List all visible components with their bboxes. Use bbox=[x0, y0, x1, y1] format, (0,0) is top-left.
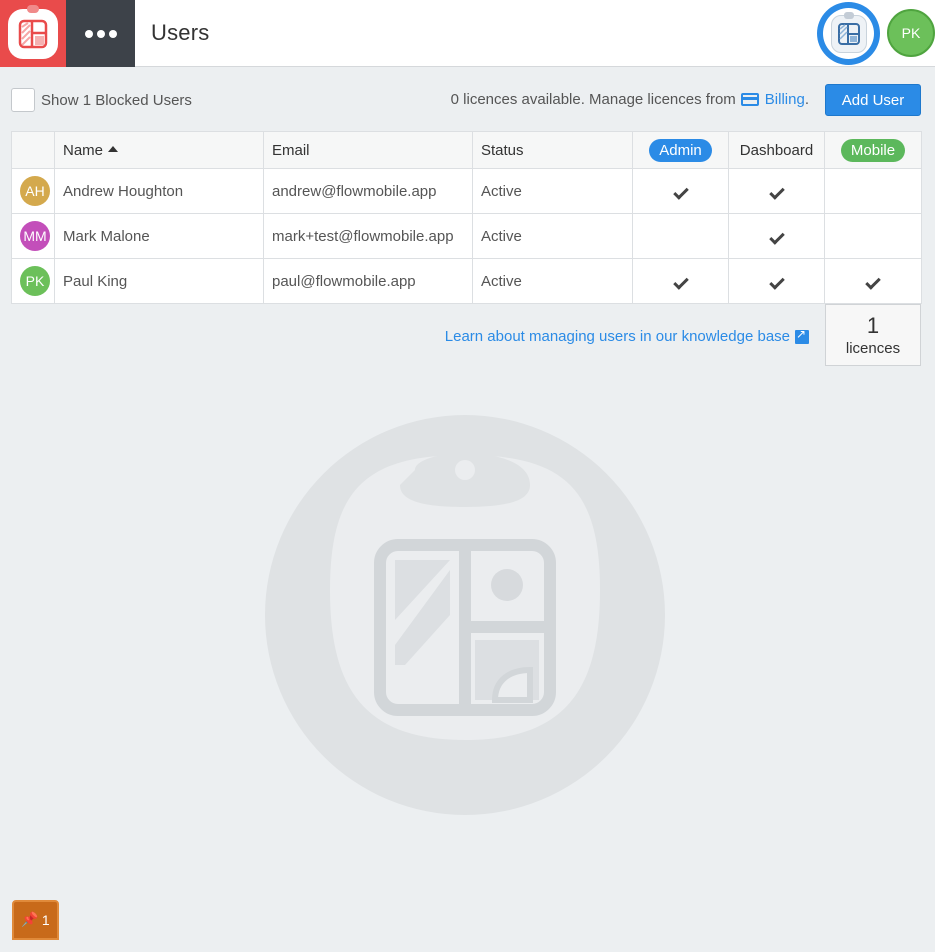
table-row[interactable]: AH Andrew Houghton andrew@flowmobile.app Ac… bbox=[11, 168, 922, 214]
dashboard-cell[interactable] bbox=[728, 168, 825, 214]
user-avatar: MM bbox=[20, 221, 50, 251]
avatar-cell: MM bbox=[11, 213, 55, 259]
admin-cell[interactable] bbox=[632, 258, 729, 304]
avatar-cell: AH bbox=[11, 168, 55, 214]
flow-watermark-icon bbox=[265, 415, 665, 815]
app-logo-icon bbox=[8, 4, 58, 59]
email-cell: andrew@flowmobile.app bbox=[263, 168, 473, 214]
add-user-button[interactable]: Add User bbox=[825, 84, 921, 116]
mobile-cell[interactable] bbox=[824, 258, 922, 304]
external-link-icon bbox=[795, 327, 809, 344]
name-column-header[interactable]: Name bbox=[54, 131, 264, 169]
users-toolbar: Show 1 Blocked Users 0 licences availabl… bbox=[0, 84, 935, 116]
dashboard-cell[interactable] bbox=[728, 213, 825, 259]
dashboard-column-header: Dashboard bbox=[728, 131, 825, 169]
check-icon bbox=[768, 228, 785, 245]
status-cell: Active bbox=[472, 213, 633, 259]
name-cell: Andrew Houghton bbox=[54, 168, 264, 214]
check-icon bbox=[768, 273, 785, 290]
licence-label: licences bbox=[845, 340, 901, 357]
email-column-header[interactable]: Email bbox=[263, 131, 473, 169]
show-blocked-toggle[interactable]: Show 1 Blocked Users bbox=[11, 88, 192, 112]
show-blocked-label: Show 1 Blocked Users bbox=[41, 91, 192, 109]
billing-link[interactable]: Billing bbox=[740, 91, 805, 108]
table-row[interactable]: MM Mark Malone mark+test@flowmobile.app Act… bbox=[11, 213, 922, 259]
name-cell: Mark Malone bbox=[54, 213, 264, 259]
avatar-column-header bbox=[11, 131, 55, 169]
avatar-cell: PK bbox=[11, 258, 55, 304]
name-cell: Paul King bbox=[54, 258, 264, 304]
table-row[interactable]: PK Paul King paul@flowmobile.app Active bbox=[11, 258, 922, 304]
user-avatar[interactable]: PK bbox=[887, 9, 935, 57]
mobile-cell[interactable] bbox=[824, 213, 922, 259]
knowledge-base-link[interactable]: Learn about managing users in our knowle… bbox=[444, 327, 809, 345]
billing-suffix: . bbox=[804, 91, 809, 108]
check-icon bbox=[865, 273, 881, 290]
pinned-count: 1 bbox=[41, 912, 50, 928]
table-footer: Learn about managing users in our knowle… bbox=[11, 304, 921, 366]
status-cell: Active bbox=[472, 168, 633, 214]
email-cell: mark+test@flowmobile.app bbox=[263, 213, 473, 259]
licence-info: 0 licences available. Manage licences fr… bbox=[451, 91, 809, 108]
status-column-header[interactable]: Status bbox=[472, 131, 633, 169]
mobile-cell[interactable] bbox=[824, 168, 922, 214]
licence-count-box: 1 licences bbox=[825, 304, 921, 366]
user-avatar: PK bbox=[20, 266, 50, 296]
mobile-badge: Mobile bbox=[840, 138, 906, 162]
page-title: Users bbox=[151, 20, 210, 45]
table-header-row: Name Email Status Admin Dashboard Mobile bbox=[11, 131, 922, 169]
status-cell: Active bbox=[472, 258, 633, 304]
user-avatar: AH bbox=[20, 176, 50, 206]
more-menu-button[interactable] bbox=[66, 0, 135, 67]
email-cell: paul@flowmobile.app bbox=[263, 258, 473, 304]
dashboard-cell[interactable] bbox=[728, 258, 825, 304]
knowledge-base-link-label: Learn about managing users in our knowle… bbox=[444, 328, 790, 345]
credit-card-icon bbox=[740, 93, 759, 106]
app-header: Users PK bbox=[0, 0, 935, 67]
users-table: Name Email Status Admin Dashboard Mobile… bbox=[11, 131, 922, 304]
admin-cell[interactable] bbox=[632, 168, 729, 214]
show-blocked-checkbox[interactable] bbox=[11, 88, 35, 112]
licence-count: 1 bbox=[866, 313, 880, 338]
admin-cell[interactable] bbox=[632, 213, 729, 259]
pin-icon: 📌 bbox=[21, 912, 39, 928]
licence-info-text: 0 licences available. Manage licences fr… bbox=[450, 91, 736, 108]
app-logo[interactable] bbox=[0, 0, 66, 67]
mobile-column-header: Mobile bbox=[824, 131, 922, 169]
check-icon bbox=[672, 273, 689, 290]
admin-badge: Admin bbox=[649, 138, 712, 162]
billing-link-label: Billing bbox=[764, 91, 805, 108]
admin-column-header: Admin bbox=[632, 131, 729, 169]
pinned-items-badge[interactable]: 📌 1 bbox=[12, 900, 59, 940]
sort-ascending-icon bbox=[108, 145, 119, 152]
check-icon bbox=[672, 183, 689, 200]
more-dots-icon bbox=[84, 29, 117, 38]
flow-app-icon[interactable] bbox=[817, 2, 880, 65]
check-icon bbox=[768, 183, 785, 200]
